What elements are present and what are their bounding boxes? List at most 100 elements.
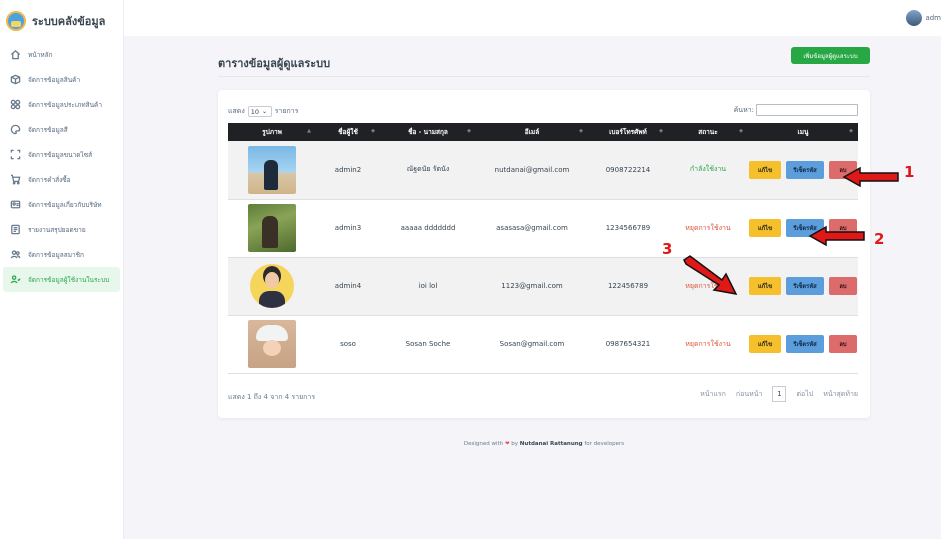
sidebar-item-label: จัดการข้อมูลขนาดไซส์ xyxy=(28,150,93,159)
sort-icon: ◆ xyxy=(659,128,663,134)
edit-button[interactable]: แก้ไข xyxy=(749,335,781,353)
reset-password-button[interactable]: รีเซ็ตรหัส xyxy=(786,160,824,179)
divider xyxy=(218,76,870,77)
footer-suffix: for developers xyxy=(584,441,625,447)
column-header-fullname[interactable]: ชื่อ - นามสกุล ◆ xyxy=(380,123,476,141)
sidebar-item-admin-users[interactable]: จัดการข้อมูลผู้ใช้งานในระบบ xyxy=(3,267,120,292)
sidebar-item-label: จัดการข้อมูลสมาชิก xyxy=(28,250,84,259)
home-icon xyxy=(9,49,21,61)
edit-button[interactable]: แก้ไข xyxy=(749,160,781,179)
entries-select-value: 10 xyxy=(250,107,260,116)
cell-email: asasasa@gmail.com xyxy=(476,199,588,258)
user-menu[interactable]: adm xyxy=(906,10,941,26)
cell-email: Sosan@gmail.com xyxy=(476,315,588,374)
sidebar-item-label: จัดการข้อมูลประเภทสินค้า xyxy=(28,100,103,109)
row-actions: แก้ไข รีเซ็ตรหัส ลบ xyxy=(748,277,858,295)
add-admin-button[interactable]: เพิ่มข้อมูลผู้ดูแลระบบ xyxy=(791,47,870,64)
company-icon xyxy=(9,199,21,211)
footer-author-link[interactable]: Nutdanai Rattanung xyxy=(520,441,583,447)
cell-status: กำลังใช้งาน xyxy=(668,141,748,200)
sidebar-item-home[interactable]: หน้าหลัก xyxy=(3,42,120,67)
user-photo xyxy=(248,145,296,194)
edit-button[interactable]: แก้ไข xyxy=(749,277,781,295)
page-title: ตารางข้อมูลผู้ดูแลระบบ xyxy=(218,57,331,70)
table-search: ค้นหา: xyxy=(734,104,858,116)
pagination: หน้าแรก ก่อนหน้า 1 ต่อไป หน้าสุดท้าย xyxy=(700,386,858,402)
row-actions: แก้ไข รีเซ็ตรหัส ลบ xyxy=(748,335,858,353)
column-header-email[interactable]: อีเมล์ ◆ xyxy=(476,123,588,141)
reset-password-button[interactable]: รีเซ็ตรหัส xyxy=(786,277,824,295)
sidebar-item-categories[interactable]: จัดการข้อมูลประเภทสินค้า xyxy=(3,92,120,117)
brand[interactable]: ระบบคลังข้อมูล xyxy=(0,4,123,38)
box-icon xyxy=(9,74,21,86)
sidebar-item-company[interactable]: จัดการข้อมูลเกี่ยวกับบริษัท xyxy=(3,192,120,217)
sidebar: ระบบคลังข้อมูล หน้าหลัก จัดการข้อมูลสินค… xyxy=(0,0,124,539)
user-photo xyxy=(250,264,294,308)
size-icon xyxy=(9,149,21,161)
cell-status: หยุดการใช้งาน xyxy=(668,199,748,258)
cell-email: 1123@gmail.com xyxy=(476,257,588,316)
pagination-next[interactable]: ต่อไป xyxy=(796,389,813,400)
annotation-arrow-2 xyxy=(808,225,865,247)
cell-username: admin3 xyxy=(316,199,380,258)
sidebar-menu: หน้าหลัก จัดการข้อมูลสินค้า จัดการข้อมูล… xyxy=(0,42,123,292)
admin-users-icon xyxy=(9,274,21,286)
sidebar-item-orders[interactable]: จัดการคำสั่งซื้อ xyxy=(3,167,120,192)
category-icon xyxy=(9,99,21,111)
column-header-status[interactable]: สถานะ ◆ xyxy=(668,123,748,141)
cell-phone: 1234566789 xyxy=(588,199,668,258)
sidebar-item-products[interactable]: จัดการข้อมูลสินค้า xyxy=(3,67,120,92)
username-label: adm xyxy=(925,14,941,22)
cell-phone: 0908722214 xyxy=(588,141,668,200)
admin-table: รูปภาพ ▲ ชื่อผู้ใช้ ◆ ชื่อ - นามสกุล ◆ อีเม… xyxy=(228,123,858,374)
cell-status: หยุดการใช้งาน xyxy=(668,315,748,374)
sort-icon: ◆ xyxy=(371,128,375,134)
delete-button[interactable]: ลบ xyxy=(829,335,857,353)
table-row: admin2 ณัฐดนัย รัตนัง nutdanai@gmail.com… xyxy=(228,141,858,200)
column-header-menu[interactable]: เมนู ◆ xyxy=(748,123,858,141)
heart-icon: ❤ xyxy=(504,441,510,447)
cell-fullname: aaaaa ddddddd xyxy=(380,199,476,258)
avatar[interactable] xyxy=(906,10,923,26)
sidebar-item-label: จัดการข้อมูลผู้ใช้งานในระบบ xyxy=(28,275,110,284)
column-header-phone[interactable]: เบอร์โทรศัพท์ ◆ xyxy=(588,123,668,141)
pagination-first[interactable]: หน้าแรก xyxy=(700,389,726,400)
pagination-previous[interactable]: ก่อนหน้า xyxy=(736,389,763,400)
sidebar-item-label: จัดการข้อมูลสี xyxy=(28,125,68,134)
sidebar-item-sizes[interactable]: จัดการข้อมูลขนาดไซส์ xyxy=(3,142,120,167)
sidebar-item-members[interactable]: จัดการข้อมูลสมาชิก xyxy=(3,242,120,267)
cell-email: nutdanai@gmail.com xyxy=(476,141,588,200)
annotation-arrow-1 xyxy=(842,166,899,188)
sort-icon: ◆ xyxy=(849,128,853,134)
report-icon xyxy=(9,224,21,236)
entries-per-page-select[interactable]: 10 ⌄ xyxy=(247,106,272,117)
pagination-page-1[interactable]: 1 xyxy=(772,386,787,402)
cell-username: admin2 xyxy=(316,141,380,200)
column-header-username[interactable]: ชื่อผู้ใช้ ◆ xyxy=(316,123,380,141)
brand-title: ระบบคลังข้อมูล xyxy=(32,15,106,28)
cell-fullname: ioi lol xyxy=(380,257,476,316)
sort-icon: ◆ xyxy=(467,128,471,134)
sidebar-item-sales-report[interactable]: รายงานสรุปยอดขาย xyxy=(3,217,120,242)
search-input[interactable] xyxy=(756,104,858,116)
sort-icon: ▲ xyxy=(307,128,311,134)
table-header-row: รูปภาพ ▲ ชื่อผู้ใช้ ◆ ชื่อ - นามสกุล ◆ อีเม… xyxy=(228,123,858,141)
column-header-photo[interactable]: รูปภาพ ▲ xyxy=(228,123,316,141)
user-photo xyxy=(248,320,296,368)
sidebar-item-label: รายงานสรุปยอดขาย xyxy=(28,225,86,234)
reset-password-button[interactable]: รีเซ็ตรหัส xyxy=(786,335,824,353)
cell-phone: 122456789 xyxy=(588,257,668,316)
members-icon xyxy=(9,249,21,261)
sidebar-item-colors[interactable]: จัดการข้อมูลสี xyxy=(3,117,120,142)
footer-by: by xyxy=(511,441,519,447)
table-info: แสดง 1 ถึง 4 จาก 4 รายการ xyxy=(228,393,316,401)
delete-button[interactable]: ลบ xyxy=(829,277,857,295)
pagination-last[interactable]: หน้าสุดท้าย xyxy=(823,389,858,400)
chevron-down-icon: ⌄ xyxy=(262,108,268,115)
search-label: ค้นหา: xyxy=(733,105,754,114)
sort-icon: ◆ xyxy=(579,128,583,134)
edit-button[interactable]: แก้ไข xyxy=(749,219,781,237)
annotation-label-1: 1 xyxy=(904,163,915,181)
sort-icon: ◆ xyxy=(739,128,743,134)
cell-phone: 0987654321 xyxy=(588,315,668,374)
